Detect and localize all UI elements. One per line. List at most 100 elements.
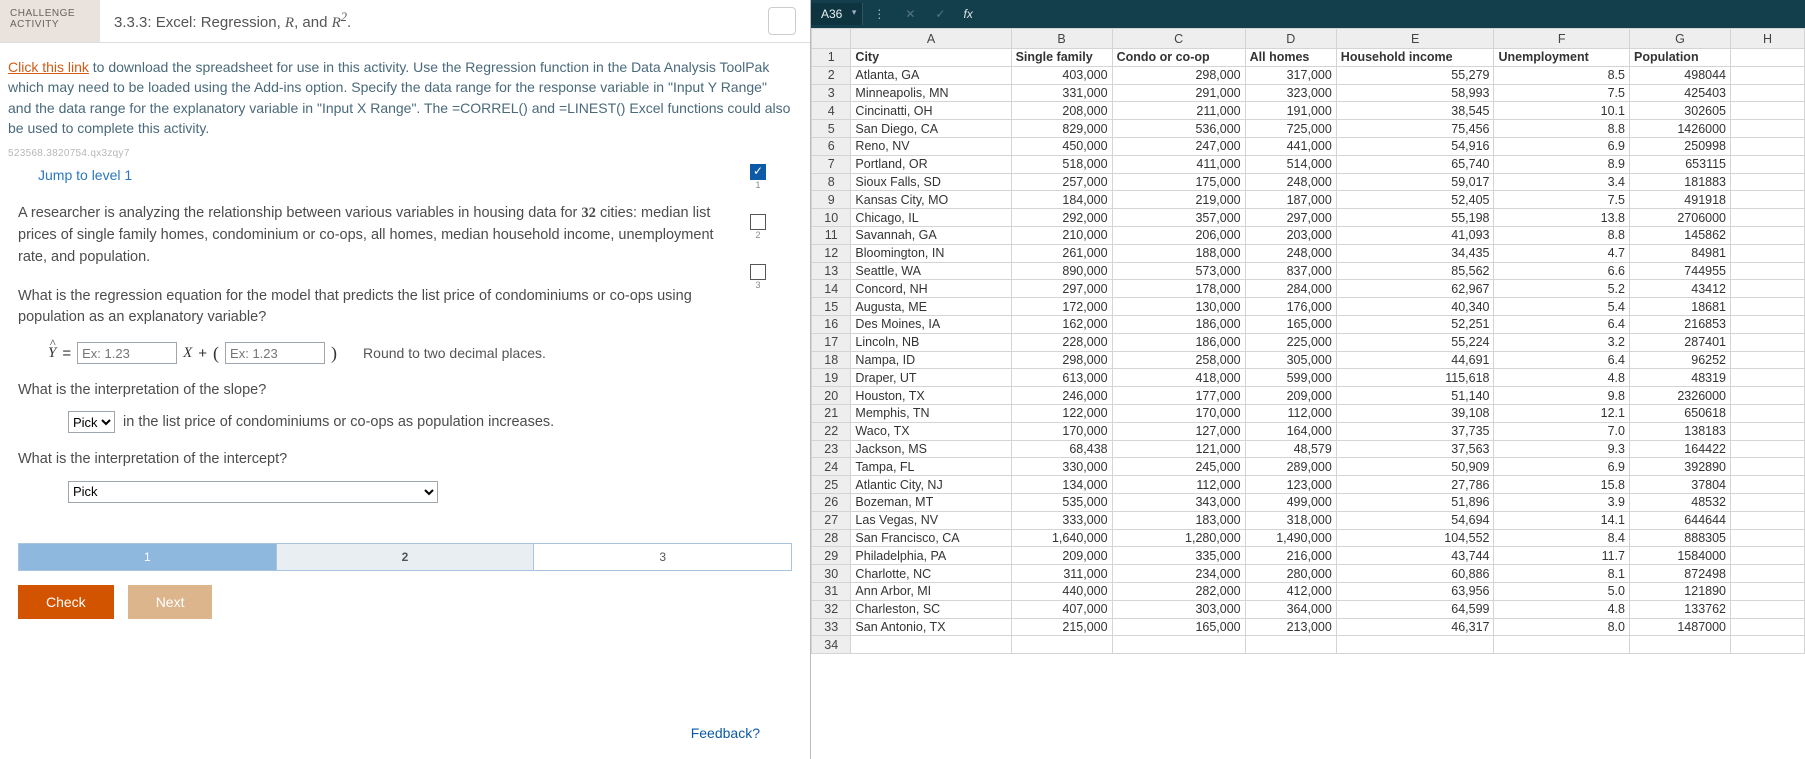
cell[interactable]: 165,000 [1112,618,1245,636]
row-header[interactable]: 10 [812,209,851,227]
cell[interactable]: 46,317 [1336,618,1494,636]
column-header-G[interactable]: G [1630,29,1731,49]
cell[interactable] [1731,298,1805,316]
cell[interactable]: 284,000 [1245,280,1336,298]
progress-step-3[interactable] [750,264,766,280]
cell[interactable]: 302605 [1630,102,1731,120]
cell[interactable]: 50,909 [1336,458,1494,476]
cell[interactable]: 8.9 [1494,155,1630,173]
cell[interactable]: Single family [1011,49,1112,67]
cell[interactable]: 55,198 [1336,209,1494,227]
cell[interactable]: 10.1 [1494,102,1630,120]
row-header[interactable]: 32 [812,600,851,618]
cell[interactable] [1731,440,1805,458]
cell[interactable]: 343,000 [1112,493,1245,511]
cell[interactable]: Draper, UT [851,369,1011,387]
cell[interactable]: 248,000 [1245,173,1336,191]
row-header[interactable]: 17 [812,333,851,351]
row-header[interactable]: 5 [812,120,851,138]
cell[interactable] [1731,66,1805,84]
cell[interactable]: Concord, NH [851,280,1011,298]
cell[interactable]: 165,000 [1245,315,1336,333]
cell[interactable]: 54,694 [1336,511,1494,529]
cell[interactable]: 52,405 [1336,191,1494,209]
cell[interactable]: 183,000 [1112,511,1245,529]
cell[interactable] [1731,226,1805,244]
cell[interactable]: 8.8 [1494,120,1630,138]
cell[interactable]: 34,435 [1336,244,1494,262]
cell[interactable]: 133762 [1630,600,1731,618]
cell[interactable]: 4.7 [1494,244,1630,262]
cell[interactable]: 491918 [1630,191,1731,209]
cell[interactable]: 175,000 [1112,173,1245,191]
cell[interactable]: 514,000 [1245,155,1336,173]
cell[interactable]: 37804 [1630,476,1731,494]
select-all-corner[interactable] [812,29,851,49]
cell[interactable]: 162,000 [1011,315,1112,333]
cell[interactable]: Charleston, SC [851,600,1011,618]
cell[interactable]: 1,640,000 [1011,529,1112,547]
cell[interactable]: 4.8 [1494,600,1630,618]
cell[interactable]: 177,000 [1112,387,1245,405]
cell[interactable]: 51,896 [1336,493,1494,511]
cell[interactable]: 573,000 [1112,262,1245,280]
cell[interactable]: 4.8 [1494,369,1630,387]
cell[interactable]: 181883 [1630,173,1731,191]
cell[interactable]: Condo or co-op [1112,49,1245,67]
cell[interactable] [1731,565,1805,583]
cell[interactable]: 121,000 [1112,440,1245,458]
cell[interactable]: 130,000 [1112,298,1245,316]
formula-input[interactable] [981,0,1805,28]
download-link[interactable]: Click this link [8,59,89,75]
cell[interactable]: 653115 [1630,155,1731,173]
step-tab-3[interactable]: 3 [534,544,791,570]
cell[interactable] [1731,102,1805,120]
row-header[interactable]: 14 [812,280,851,298]
cell[interactable]: 518,000 [1011,155,1112,173]
cell[interactable]: 9.3 [1494,440,1630,458]
cell[interactable] [1731,387,1805,405]
cell[interactable]: 121890 [1630,582,1731,600]
cell[interactable]: 890,000 [1011,262,1112,280]
cell[interactable]: 1426000 [1630,120,1731,138]
cell[interactable]: 44,691 [1336,351,1494,369]
cell[interactable]: 7.5 [1494,84,1630,102]
cell[interactable]: 6.6 [1494,262,1630,280]
row-header[interactable]: 9 [812,191,851,209]
cell[interactable]: 127,000 [1112,422,1245,440]
cell[interactable]: 837,000 [1245,262,1336,280]
intercept-input[interactable] [225,342,325,364]
feedback-link[interactable]: Feedback? [691,725,760,741]
cell[interactable]: City [851,49,1011,67]
cell[interactable]: Lincoln, NB [851,333,1011,351]
cell[interactable]: Bloomington, IN [851,244,1011,262]
cell[interactable]: 210,000 [1011,226,1112,244]
cell[interactable]: Kansas City, MO [851,191,1011,209]
cell[interactable]: Chicago, IL [851,209,1011,227]
cell[interactable]: 54,916 [1336,137,1494,155]
step-tab-2[interactable]: 2 [277,544,535,570]
progress-step-2[interactable] [750,214,766,230]
cell[interactable] [1731,351,1805,369]
cell[interactable]: 209,000 [1245,387,1336,405]
cell[interactable]: 48532 [1630,493,1731,511]
cell[interactable]: 297,000 [1245,209,1336,227]
cell[interactable]: 292,000 [1011,209,1112,227]
cell[interactable] [1731,511,1805,529]
cell[interactable]: 407,000 [1011,600,1112,618]
cell[interactable]: 85,562 [1336,262,1494,280]
row-header[interactable]: 12 [812,244,851,262]
cell[interactable]: 27,786 [1336,476,1494,494]
cell[interactable]: 112,000 [1112,476,1245,494]
cell[interactable]: Cincinatti, OH [851,102,1011,120]
cell[interactable]: 650618 [1630,404,1731,422]
cell[interactable]: Jackson, MS [851,440,1011,458]
row-header[interactable]: 3 [812,84,851,102]
cell[interactable]: 8.8 [1494,226,1630,244]
row-header[interactable]: 4 [812,102,851,120]
row-header[interactable]: 34 [812,636,851,654]
cell[interactable]: 112,000 [1245,404,1336,422]
slope-interpretation-select[interactable]: Pick [68,411,115,433]
cell[interactable]: 2706000 [1630,209,1731,227]
cell[interactable]: 219,000 [1112,191,1245,209]
